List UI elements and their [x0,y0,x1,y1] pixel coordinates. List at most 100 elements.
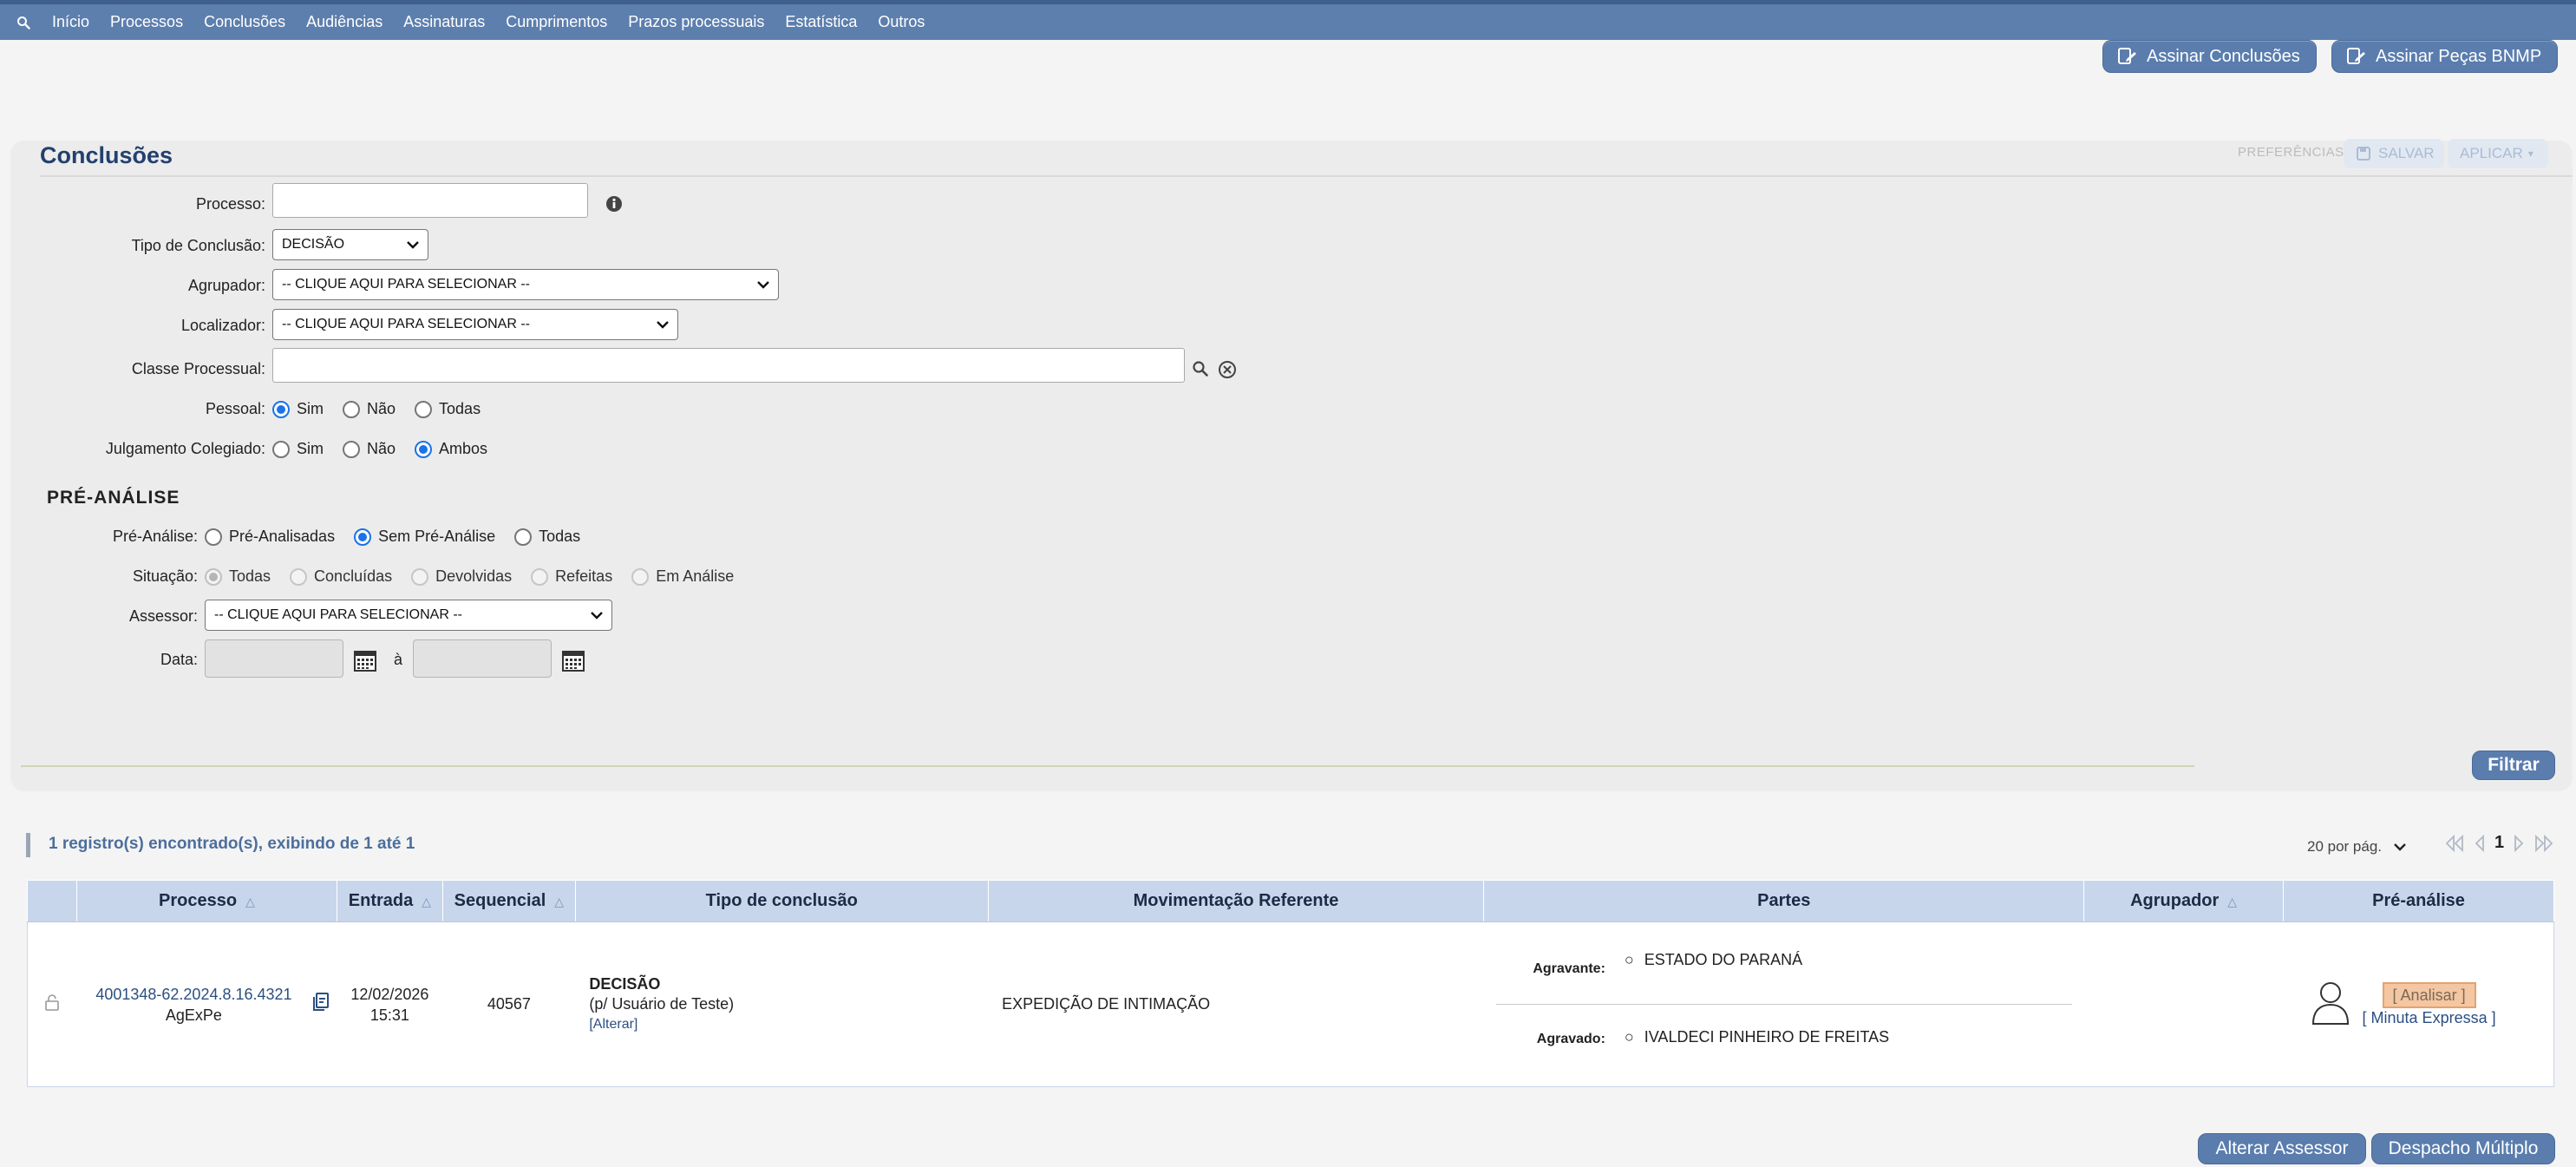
apply-preferences-button[interactable]: APLICAR ▾ [2448,139,2548,168]
cell-tipo-conclusao: DECISÃO (p/ Usuário de Teste) [Alterar] [575,921,989,1087]
alterar-link[interactable]: [Alterar] [589,1014,987,1034]
date-end-input[interactable] [413,639,552,678]
processo-class: AgExPe [165,1006,222,1024]
situacao-option-todas[interactable]: Todas [205,567,271,586]
search-icon[interactable] [1192,360,1209,377]
radio-button[interactable] [343,440,360,458]
pa-option-todas[interactable]: Todas [514,528,580,546]
process-details-icon[interactable] [311,992,330,1017]
bullet-icon: ○ [1624,1028,1634,1046]
sort-icon[interactable]: △ [2227,895,2237,908]
sort-icon[interactable]: △ [245,895,255,908]
radio-button[interactable] [272,400,290,418]
column-header-entrada[interactable]: Entrada △ [336,880,443,922]
agrupador-label: Agrupador: [187,277,265,294]
pa-option-sem-pre-analise[interactable]: Sem Pré-Análise [354,528,495,546]
radio-button[interactable] [631,567,650,586]
option-label: Não [367,440,396,457]
radio-button[interactable] [415,440,433,458]
julgamento-option-sim[interactable]: Sim [272,440,324,458]
column-header-sequencial[interactable]: Sequencial △ [441,880,576,922]
option-label: Refeitas [555,567,613,585]
info-icon[interactable] [605,195,623,213]
filter-button[interactable]: Filtrar [2472,751,2555,780]
julgamento-radio-group: Sim Não Ambos [272,440,507,458]
select-column-header [27,880,77,922]
entrada-date: 12/02/2026 [350,985,429,1003]
julgamento-option-ambos[interactable]: Ambos [415,440,487,458]
alterar-assessor-button[interactable]: Alterar Assessor [2198,1133,2366,1164]
option-label: Todas [439,400,481,417]
nav-item-prazos[interactable]: Prazos processuais [628,13,764,31]
clear-icon[interactable] [1218,360,1237,379]
per-page-select[interactable]: 20 por pág. [2307,838,2406,856]
pessoal-option-todas[interactable]: Todas [415,400,481,418]
radio-button[interactable] [272,440,290,458]
nav-item-estatistica[interactable]: Estatística [785,13,857,31]
radio-button[interactable] [415,400,433,418]
lock-icon[interactable] [44,994,60,1014]
column-header-agrupador[interactable]: Agrupador △ [2083,880,2285,922]
radio-button[interactable] [411,567,429,586]
processo-number-link[interactable]: 4001348-62.2024.8.16.4321 [95,984,291,1005]
calendar-icon[interactable] [562,649,585,672]
nav-item-conclusoes[interactable]: Conclusões [204,13,285,31]
sort-icon[interactable]: △ [422,895,431,908]
previous-page-icon[interactable] [2474,834,2486,852]
sort-icon[interactable]: △ [554,895,564,908]
situacao-option-em-analise[interactable]: Em Análise [631,567,734,586]
nav-item-outros[interactable]: Outros [878,13,925,31]
pre-analise-heading: PRÉ-ANÁLISE [47,488,180,508]
nav-item-assinaturas[interactable]: Assinaturas [403,13,485,31]
despacho-multiplo-button[interactable]: Despacho Múltiplo [2371,1133,2555,1164]
assessor-label: Assessor: [128,607,198,625]
situacao-option-refeitas[interactable]: Refeitas [531,567,612,586]
pessoal-option-sim[interactable]: Sim [272,400,324,418]
option-label: Pré-Analisadas [229,528,336,545]
radio-button[interactable] [290,567,308,586]
localizador-select[interactable]: -- CLIQUE AQUI PARA SELECIONAR -- [272,309,678,340]
agrupador-value: -- CLIQUE AQUI PARA SELECIONAR -- [282,277,530,292]
sign-bnmp-button[interactable]: Assinar Peças BNMP [2331,40,2559,73]
pre-analise-label: Pré-Análise: [112,528,198,545]
header-label: Entrada [348,891,414,910]
date-separator: à [394,651,403,668]
calendar-icon[interactable] [354,649,376,672]
minuta-expressa-link[interactable]: [ Minuta Expressa ] [2363,1008,2496,1027]
julgamento-option-nao[interactable]: Não [343,440,396,458]
column-header-processo[interactable]: Processo △ [75,880,337,922]
pa-option-pre-analisadas[interactable]: Pré-Analisadas [205,528,335,546]
title-divider [40,175,2573,177]
localizador-label: Localizador: [180,317,265,334]
first-page-icon[interactable] [2444,834,2465,852]
last-page-icon[interactable] [2534,834,2554,852]
radio-button[interactable] [205,567,222,586]
nav-item-audiencias[interactable]: Audiências [306,13,382,31]
analisar-button[interactable]: [ Analisar ] [2382,981,2476,1008]
radio-button[interactable] [514,528,533,546]
situacao-option-devolvidas[interactable]: Devolvidas [411,567,512,586]
save-preferences-button[interactable]: SALVAR [2344,139,2444,168]
date-start-input[interactable] [205,639,343,678]
pessoal-option-nao[interactable]: Não [343,400,396,418]
radio-button[interactable] [531,567,549,586]
nav-item-cumprimentos[interactable]: Cumprimentos [506,13,607,31]
current-page: 1 [2494,833,2505,852]
situacao-option-concluidas[interactable]: Concluídas [290,567,392,586]
agrupador-select[interactable]: -- CLIQUE AQUI PARA SELECIONAR -- [272,269,779,300]
assessor-select[interactable]: -- CLIQUE AQUI PARA SELECIONAR -- [205,600,612,631]
classe-processual-input[interactable] [272,348,1185,383]
search-icon[interactable] [12,11,35,34]
tipo-conclusao-select[interactable]: DECISÃO [272,229,428,260]
save-icon [2356,146,2371,161]
sign-conclusions-button[interactable]: Assinar Conclusões [2102,40,2317,73]
localizador-value: -- CLIQUE AQUI PARA SELECIONAR -- [282,317,530,331]
next-page-icon[interactable] [2513,834,2525,852]
processo-input[interactable] [272,183,588,218]
nav-item-processos[interactable]: Processos [110,13,183,31]
nav-item-inicio[interactable]: Início [52,13,89,31]
radio-button[interactable] [354,528,372,546]
radio-button[interactable] [205,528,222,546]
option-label: Sim [297,440,324,457]
radio-button[interactable] [343,400,360,418]
